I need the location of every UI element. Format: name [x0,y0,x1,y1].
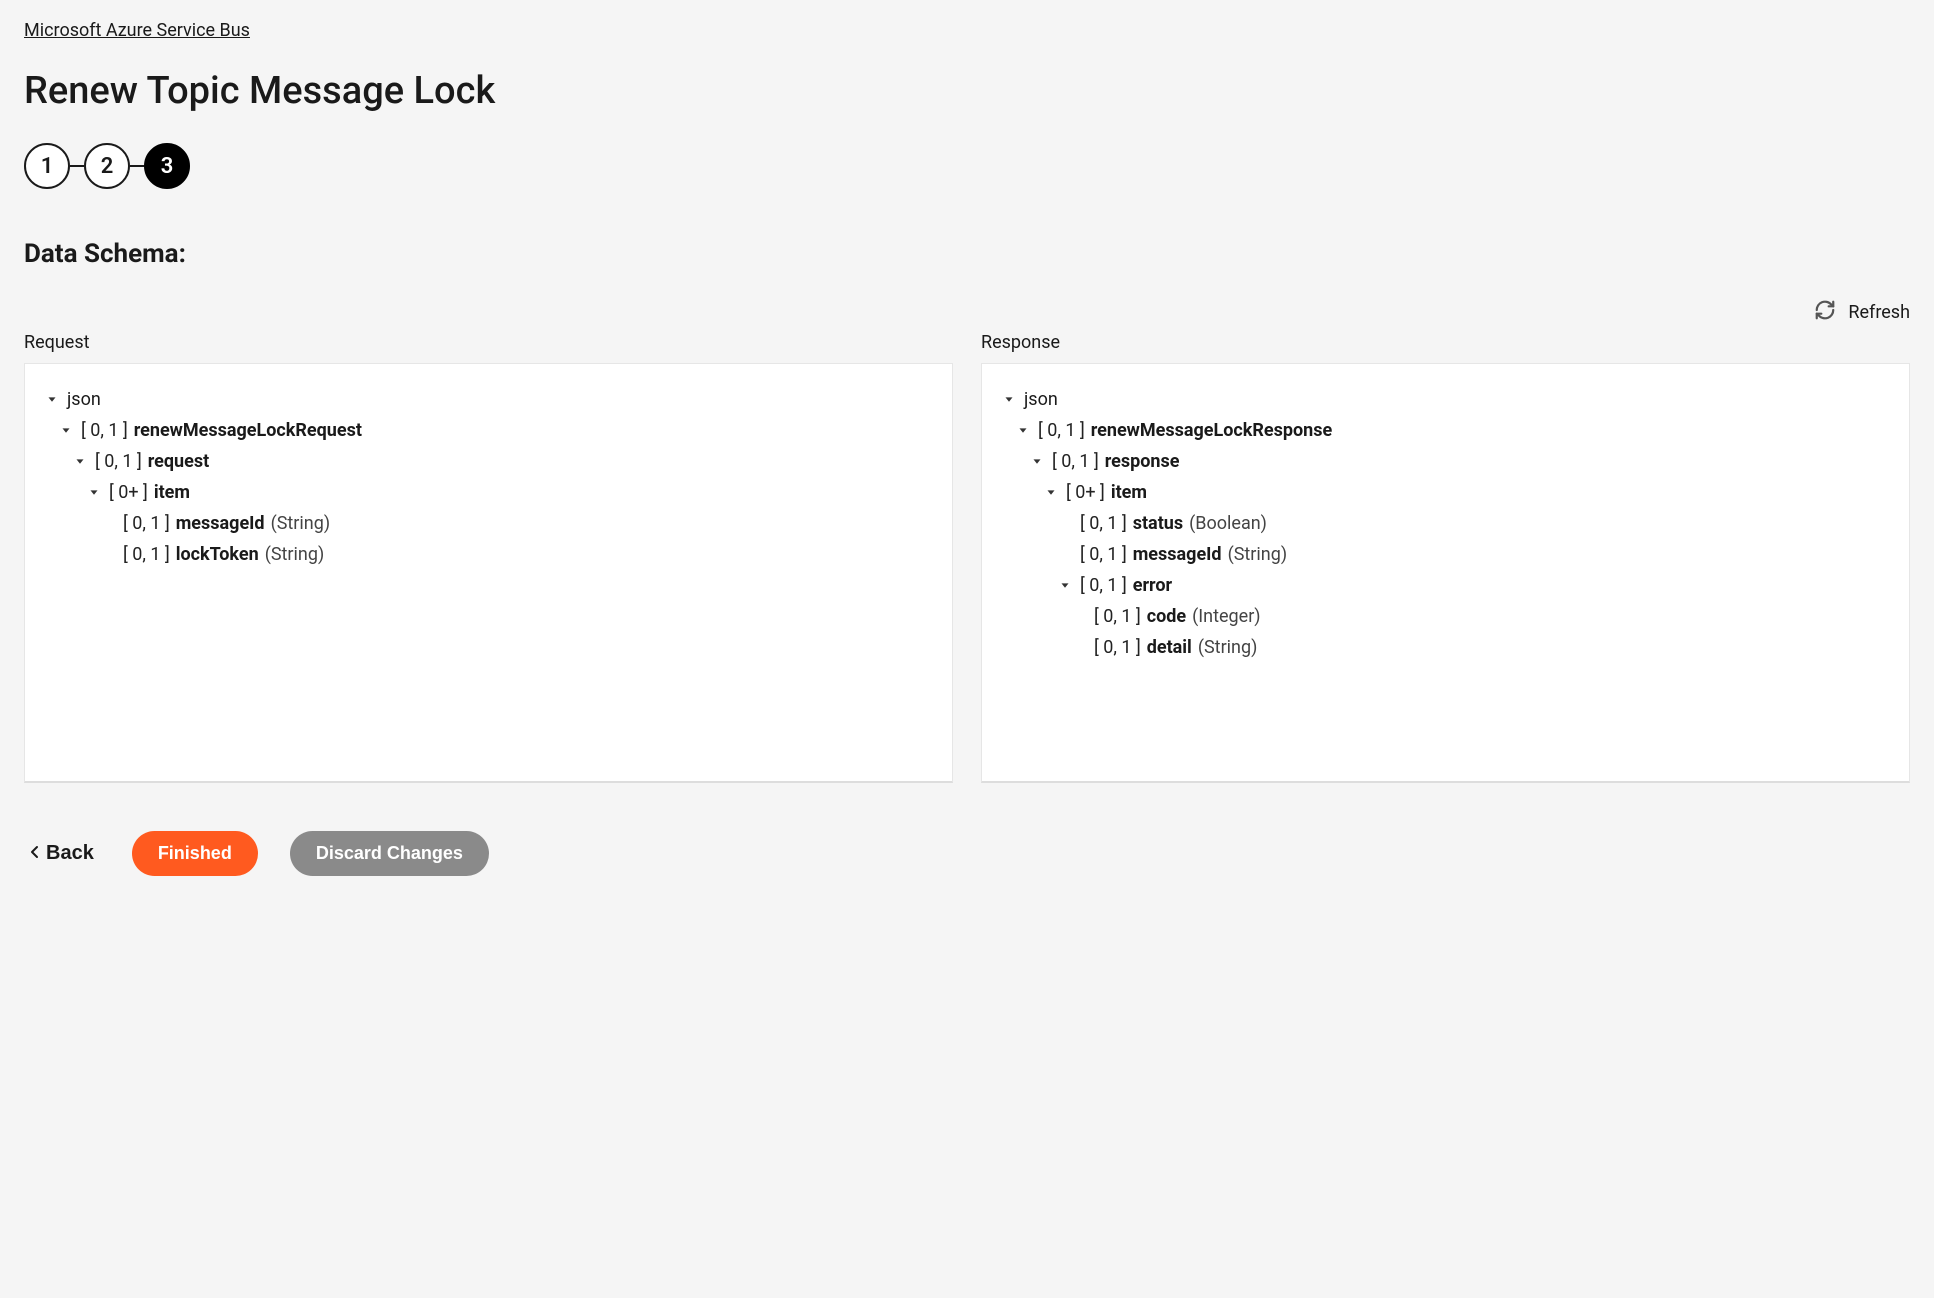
cardinality-label: [ 0, 1 ] [1094,606,1141,627]
breadcrumb-link[interactable]: Microsoft Azure Service Bus [24,20,250,41]
node-name: detail [1147,637,1192,658]
node-name: response [1105,451,1180,472]
chevron-down-icon[interactable] [43,393,61,407]
chevron-down-icon[interactable] [1014,424,1032,438]
node-name: request [148,451,209,472]
step-connector [70,165,84,167]
cardinality-label: [ 0, 1 ] [1052,451,1099,472]
finished-button[interactable]: Finished [132,831,258,876]
node-type: (String) [265,544,325,565]
node-name: item [154,482,190,503]
tree-node[interactable]: json [1000,384,1891,415]
cardinality-label: [ 0, 1 ] [123,544,170,565]
tree-node: [ 0, 1 ] messageId (String) [43,508,934,539]
tree-node[interactable]: json [43,384,934,415]
cardinality-label: [ 0, 1 ] [81,420,128,441]
chevron-down-icon[interactable] [1000,393,1018,407]
tree-node[interactable]: [ 0, 1 ] response [1000,446,1891,477]
chevron-left-icon [30,842,40,865]
step-3[interactable]: 3 [144,143,190,189]
page-title: Renew Topic Message Lock [24,69,1910,113]
refresh-button[interactable]: Refresh [24,299,1910,326]
node-type: (Integer) [1192,606,1260,627]
tree-node: [ 0, 1 ] detail (String) [1000,632,1891,663]
node-type: (String) [1198,637,1258,658]
back-button[interactable]: Back [24,842,100,865]
node-name: status [1133,513,1183,534]
cardinality-label: [ 0+ ] [1066,482,1105,503]
tree-node: [ 0, 1 ] code (Integer) [1000,601,1891,632]
request-panel: json[ 0, 1 ] renewMessageLockRequest[ 0,… [24,363,953,783]
node-name: messageId [176,513,265,534]
chevron-down-icon[interactable] [1028,455,1046,469]
node-name: renewMessageLockResponse [1091,420,1333,441]
stepper: 1 2 3 [24,143,1910,189]
tree-node[interactable]: [ 0+ ] item [1000,477,1891,508]
chevron-down-icon[interactable] [57,424,75,438]
section-title: Data Schema: [24,239,1910,269]
node-name: code [1147,606,1186,627]
cardinality-label: [ 0, 1 ] [1080,513,1127,534]
tree-node: [ 0, 1 ] status (Boolean) [1000,508,1891,539]
refresh-label: Refresh [1848,302,1910,323]
tree-node: [ 0, 1 ] messageId (String) [1000,539,1891,570]
chevron-down-icon[interactable] [1042,486,1060,500]
chevron-down-icon[interactable] [71,455,89,469]
node-name: json [67,389,101,410]
node-name: error [1133,575,1172,596]
chevron-down-icon[interactable] [85,486,103,500]
step-connector [130,165,144,167]
node-name: renewMessageLockRequest [134,420,362,441]
cardinality-label: [ 0, 1 ] [95,451,142,472]
tree-node[interactable]: [ 0, 1 ] renewMessageLockResponse [1000,415,1891,446]
node-type: (Boolean) [1189,513,1267,534]
request-panel-label: Request [24,332,953,353]
tree-node[interactable]: [ 0, 1 ] request [43,446,934,477]
response-panel-label: Response [981,332,1910,353]
tree-node[interactable]: [ 0, 1 ] renewMessageLockRequest [43,415,934,446]
tree-node[interactable]: [ 0, 1 ] error [1000,570,1891,601]
node-name: item [1111,482,1147,503]
node-name: messageId [1133,544,1222,565]
node-name: json [1024,389,1058,410]
cardinality-label: [ 0, 1 ] [1094,637,1141,658]
response-panel: json[ 0, 1 ] renewMessageLockResponse[ 0… [981,363,1910,783]
discard-changes-button[interactable]: Discard Changes [290,831,489,876]
cardinality-label: [ 0, 1 ] [123,513,170,534]
refresh-icon [1814,299,1836,326]
node-name: lockToken [176,544,259,565]
chevron-down-icon[interactable] [1056,579,1074,593]
cardinality-label: [ 0+ ] [109,482,148,503]
node-type: (String) [271,513,331,534]
node-type: (String) [1228,544,1288,565]
cardinality-label: [ 0, 1 ] [1080,544,1127,565]
cardinality-label: [ 0, 1 ] [1038,420,1085,441]
back-label: Back [46,842,94,865]
tree-node: [ 0, 1 ] lockToken (String) [43,539,934,570]
step-2[interactable]: 2 [84,143,130,189]
cardinality-label: [ 0, 1 ] [1080,575,1127,596]
tree-node[interactable]: [ 0+ ] item [43,477,934,508]
step-1[interactable]: 1 [24,143,70,189]
